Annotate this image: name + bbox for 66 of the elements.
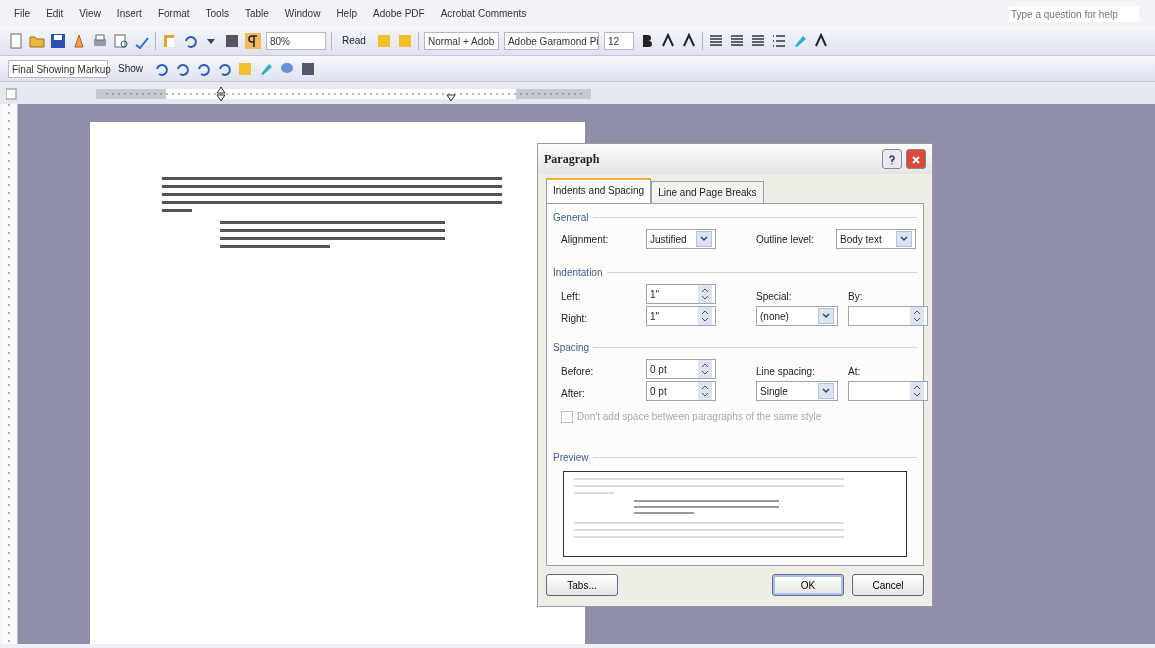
dialog-button[interactable]: OK: [772, 574, 844, 596]
checkbox-label: Don't add space between paragraphs of the same style: [577, 410, 822, 424]
help-search-field[interactable]: Type a question for help: [1009, 6, 1139, 22]
number-field[interactable]: 1": [646, 306, 716, 326]
field-label: By:: [848, 290, 864, 304]
close-button[interactable]: [906, 149, 926, 169]
show-button[interactable]: Show: [113, 60, 148, 77]
menu-item[interactable]: Tools: [205, 6, 229, 26]
field-label: Line spacing:: [756, 365, 816, 379]
style-combo[interactable]: Normal + Adob: [423, 31, 499, 50]
section-heading: Spacing: [553, 341, 590, 355]
font-size-combo[interactable]: 12: [603, 31, 634, 50]
close-icon: [911, 154, 921, 165]
spinner-arrows-icon[interactable]: [698, 285, 712, 303]
align-left-icon[interactable]: [707, 32, 724, 49]
save-icon[interactable]: [50, 32, 66, 49]
menu-item[interactable]: Window: [284, 6, 321, 26]
triangle-icon[interactable]: [71, 32, 87, 49]
menu-item[interactable]: Acrobat Comments: [440, 6, 527, 26]
section-heading: Indentation: [553, 266, 603, 280]
spinner-arrows-icon[interactable]: [698, 307, 712, 325]
section-heading: Preview: [553, 451, 589, 465]
spinner-arrows-icon[interactable]: [910, 382, 924, 400]
field-label: After:: [561, 387, 586, 401]
print-preview-icon[interactable]: [113, 32, 129, 49]
menu-item[interactable]: Table: [244, 6, 269, 26]
menu-item[interactable]: View: [79, 6, 101, 26]
print-icon[interactable]: [92, 32, 108, 49]
tab[interactable]: Line and Page Breaks: [651, 181, 764, 203]
field-label: Alignment:: [561, 232, 610, 247]
menu-item[interactable]: Edit: [46, 6, 64, 26]
font-combo[interactable]: Adobe Garamond Pi: [503, 31, 599, 50]
menu-item[interactable]: Adobe PDF: [372, 6, 425, 26]
paragraph-mark-icon[interactable]: [245, 32, 261, 49]
number-field[interactable]: [848, 381, 928, 401]
section-heading: General: [553, 211, 589, 225]
dropdown[interactable]: Justified: [646, 229, 716, 249]
spinner-arrows-icon[interactable]: [698, 360, 712, 378]
help-button[interactable]: [882, 149, 902, 169]
dropdown[interactable]: Body text: [836, 229, 916, 249]
list-icon[interactable]: [770, 32, 787, 49]
field-label: Left:: [561, 290, 582, 304]
dialog-title: Paragraph: [544, 151, 600, 168]
field-label: Outline level:: [756, 232, 815, 247]
menu-item[interactable]: Help: [336, 6, 357, 26]
field-label: At:: [848, 365, 862, 379]
menu-item[interactable]: Insert: [116, 6, 142, 26]
zoom-combo[interactable]: 80%: [266, 31, 326, 50]
spinner-arrows-icon[interactable]: [910, 307, 924, 325]
dropdown[interactable]: (none): [756, 306, 838, 326]
tab[interactable]: Indents and Spacing: [546, 178, 652, 203]
dialog-button[interactable]: Tabs...: [546, 574, 618, 596]
field-label: Right:: [561, 312, 589, 326]
number-field[interactable]: 0 pt: [646, 359, 716, 379]
field-label: Special:: [756, 290, 793, 304]
spinner-arrows-icon[interactable]: [698, 382, 712, 400]
number-field[interactable]: [848, 306, 928, 326]
question-mark-icon: [887, 154, 897, 165]
menu-item[interactable]: File: [14, 6, 31, 26]
field-label: Before:: [561, 365, 595, 379]
read-button[interactable]: Read: [337, 32, 371, 49]
menu-item[interactable]: Format: [157, 6, 190, 26]
number-field[interactable]: 1": [646, 284, 716, 304]
dialog-button[interactable]: Cancel: [852, 574, 924, 596]
number-field[interactable]: 0 pt: [646, 381, 716, 401]
dropdown[interactable]: Single: [756, 381, 838, 401]
